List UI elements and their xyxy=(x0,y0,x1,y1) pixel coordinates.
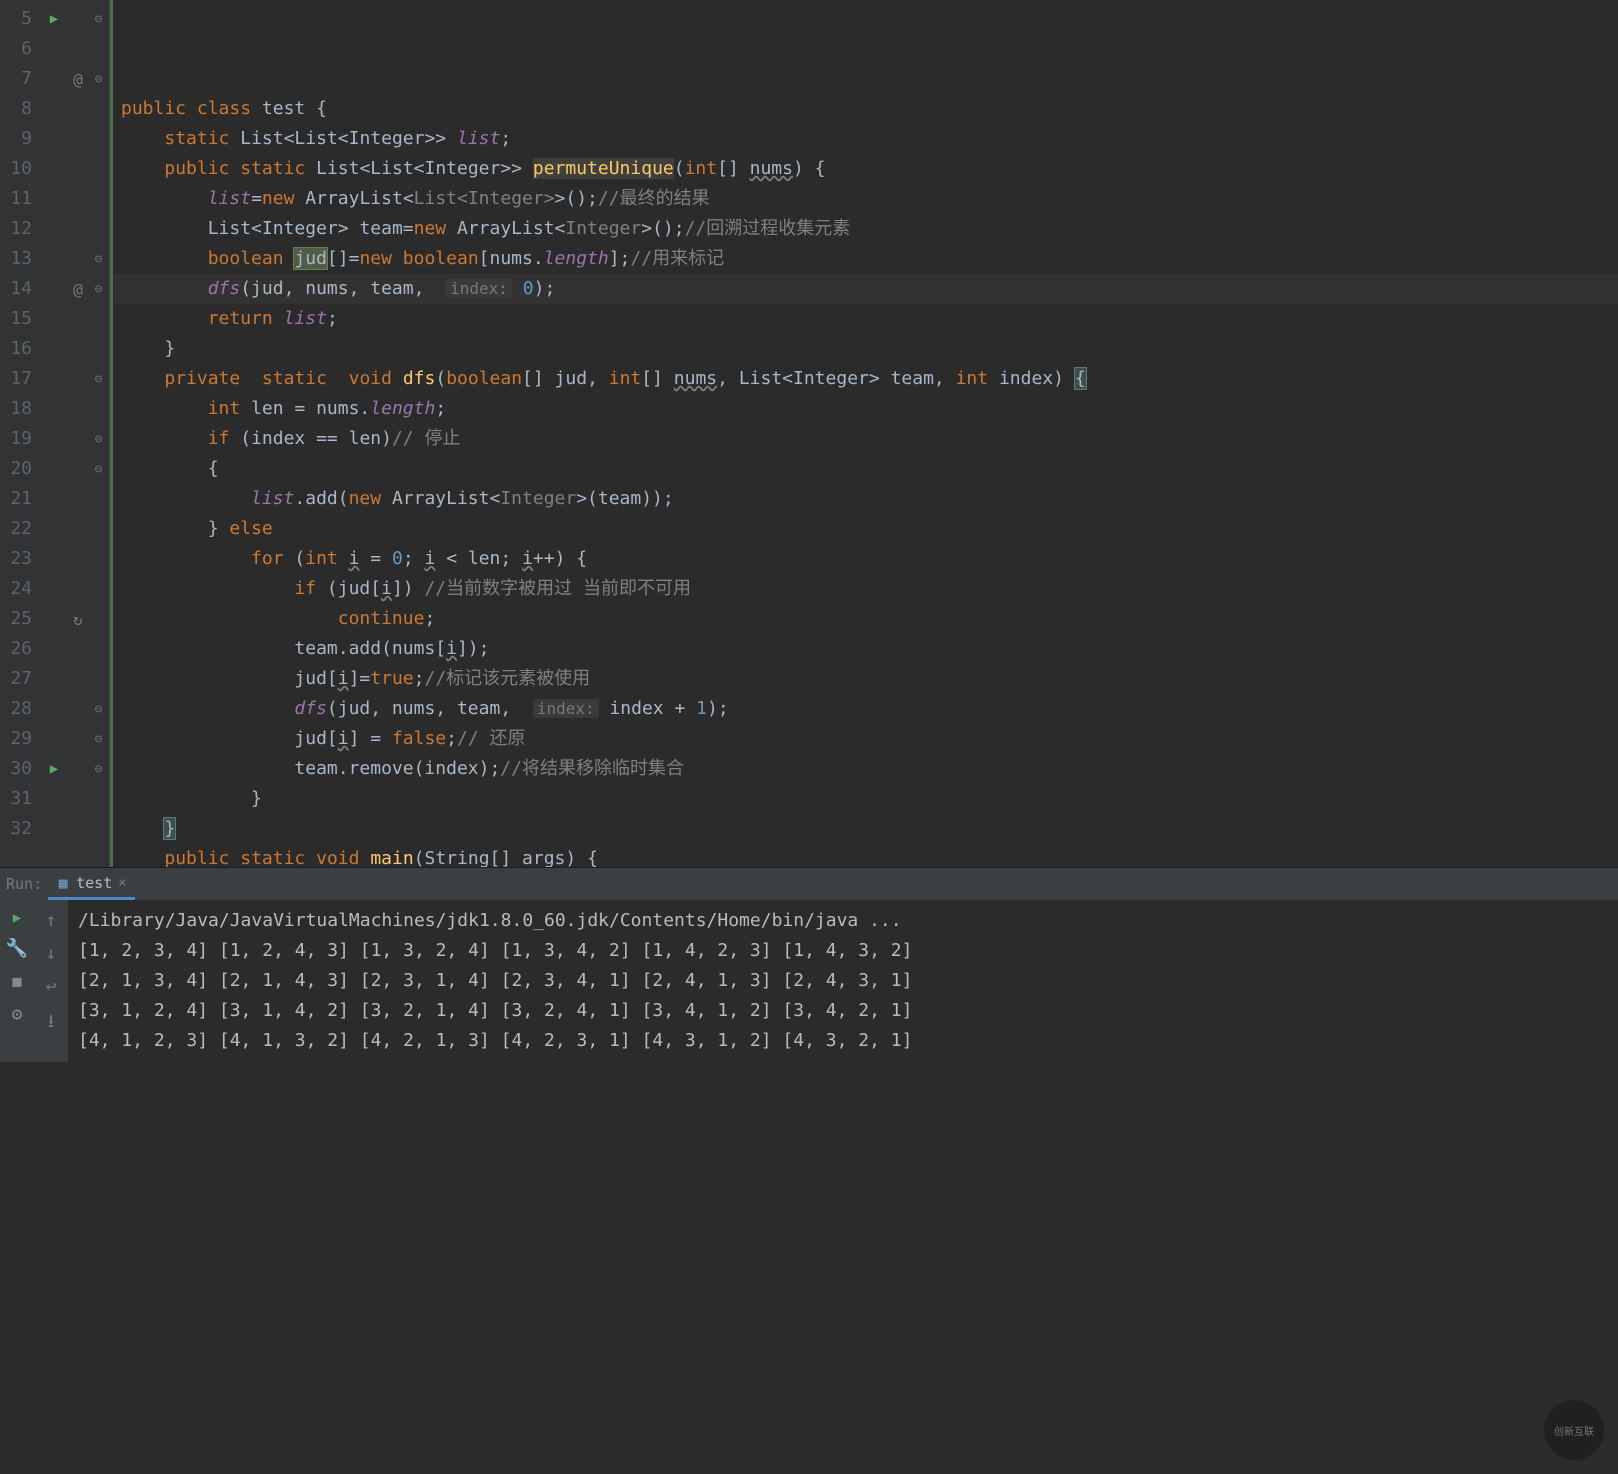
run-gutter[interactable]: ▶▶ xyxy=(40,0,68,867)
code-line[interactable]: } xyxy=(121,814,1618,844)
code-line[interactable]: public static void main(String[] args) { xyxy=(121,844,1618,867)
stop-icon[interactable]: ◼ xyxy=(12,971,23,992)
code-line[interactable]: } xyxy=(121,334,1618,364)
code-line[interactable]: static List<List<Integer>> list; xyxy=(121,124,1618,154)
up-arrow-icon[interactable]: ↑ xyxy=(46,910,57,931)
rerun-icon[interactable]: ▶ xyxy=(13,910,21,926)
code-area[interactable]: public class test { static List<List<Int… xyxy=(110,0,1618,867)
line-numbers: 5678910111213141516171819202122232425262… xyxy=(0,0,40,867)
fold-toggle[interactable]: ⊖ xyxy=(88,694,109,724)
fold-toggle[interactable]: ⊖ xyxy=(88,64,109,94)
fold-gutter[interactable]: ⊖⊖⊖⊖⊖⊖⊖⊖⊖⊖ xyxy=(88,0,110,867)
code-line[interactable]: List<Integer> team=new ArrayList<Integer… xyxy=(121,214,1618,244)
debug-icon[interactable]: ⚙ xyxy=(12,1004,23,1025)
fold-toggle[interactable]: ⊖ xyxy=(88,754,109,784)
fold-toggle[interactable]: ⊖ xyxy=(88,424,109,454)
code-line[interactable]: jud[i] = false;// 还原 xyxy=(121,724,1618,754)
fold-toggle[interactable]: ⊖ xyxy=(88,724,109,754)
code-line[interactable]: public class test { xyxy=(121,94,1618,124)
code-line[interactable]: } xyxy=(121,784,1618,814)
fold-toggle[interactable]: ⊖ xyxy=(88,274,109,304)
code-line[interactable]: for (int i = 0; i < len; i++) { xyxy=(121,544,1618,574)
code-line[interactable]: { xyxy=(121,454,1618,484)
code-line[interactable]: public static List<List<Integer>> permut… xyxy=(121,154,1618,184)
code-line[interactable]: dfs(jud, nums, team, index: index + 1); xyxy=(121,694,1618,724)
console-line: [2, 1, 3, 4] [2, 1, 4, 3] [2, 3, 1, 4] [… xyxy=(78,966,1608,996)
code-line[interactable]: team.add(nums[i]); xyxy=(121,634,1618,664)
code-line[interactable]: } else xyxy=(121,514,1618,544)
run-label: Run: xyxy=(6,875,48,893)
code-line[interactable]: int len = nums.length; xyxy=(121,394,1618,424)
run-line-icon[interactable]: ▶ xyxy=(50,11,58,27)
console-line: [3, 1, 2, 4] [3, 1, 4, 2] [3, 2, 1, 4] [… xyxy=(78,996,1608,1026)
console-line: [1, 2, 3, 4] [1, 2, 4, 3] [1, 3, 2, 4] [… xyxy=(78,936,1608,966)
code-line[interactable]: team.remove(index);//将结果移除临时集合 xyxy=(121,754,1618,784)
run-tab-name: test xyxy=(76,874,112,892)
code-line[interactable]: private static void dfs(boolean[] jud, i… xyxy=(121,364,1618,394)
run-line-icon[interactable]: ▶ xyxy=(50,761,58,777)
code-line[interactable]: list.add(new ArrayList<Integer>(team)); xyxy=(121,484,1618,514)
console-output[interactable]: /Library/Java/JavaVirtualMachines/jdk1.8… xyxy=(68,900,1618,1062)
code-line[interactable]: continue; xyxy=(121,604,1618,634)
soft-wrap-icon[interactable]: ↩ xyxy=(46,976,57,997)
code-line[interactable]: if (index == len)// 停止 xyxy=(121,424,1618,454)
fold-toggle[interactable]: ⊖ xyxy=(88,4,109,34)
wrench-icon[interactable]: 🔧 xyxy=(6,938,28,959)
code-editor[interactable]: 5678910111213141516171819202122232425262… xyxy=(0,0,1618,867)
fold-toggle[interactable]: ⊖ xyxy=(88,454,109,484)
down-arrow-icon[interactable]: ↓ xyxy=(46,943,57,964)
fold-toggle[interactable]: ⊖ xyxy=(88,364,109,394)
run-toolbar-primary: ▶ 🔧 ◼ ⚙ xyxy=(0,900,34,1062)
console-line: [4, 1, 2, 3] [4, 1, 3, 2] [4, 2, 1, 3] [… xyxy=(78,1026,1608,1056)
run-tool-window: Run: ▦ test × ▶ 🔧 ◼ ⚙ ↑ ↓ ↩ ⭳ /Library/J… xyxy=(0,867,1618,1062)
annotation-gutter[interactable]: @@↻ xyxy=(68,0,88,867)
watermark-badge: 创新互联 xyxy=(1544,1400,1604,1460)
run-header: Run: ▦ test × xyxy=(0,868,1618,900)
code-line[interactable]: if (jud[i]) //当前数字被用过 当前即不可用 xyxy=(121,574,1618,604)
run-config-icon: ▦ xyxy=(56,876,70,890)
scroll-to-end-icon[interactable]: ⭳ xyxy=(48,1009,54,1039)
close-icon[interactable]: × xyxy=(118,875,126,891)
code-line[interactable]: jud[i]=true;//标记该元素被使用 xyxy=(121,664,1618,694)
code-line[interactable]: return list; xyxy=(121,304,1618,334)
code-line[interactable]: list=new ArrayList<List<Integer>>();//最终… xyxy=(121,184,1618,214)
run-toolbar-secondary: ↑ ↓ ↩ ⭳ xyxy=(34,900,68,1062)
gutter: 5678910111213141516171819202122232425262… xyxy=(0,0,110,867)
run-tab[interactable]: ▦ test × xyxy=(48,868,135,900)
code-line[interactable]: boolean jud[]=new boolean[nums.length];/… xyxy=(121,244,1618,274)
fold-toggle[interactable]: ⊖ xyxy=(88,244,109,274)
console-line: /Library/Java/JavaVirtualMachines/jdk1.8… xyxy=(78,906,1608,936)
